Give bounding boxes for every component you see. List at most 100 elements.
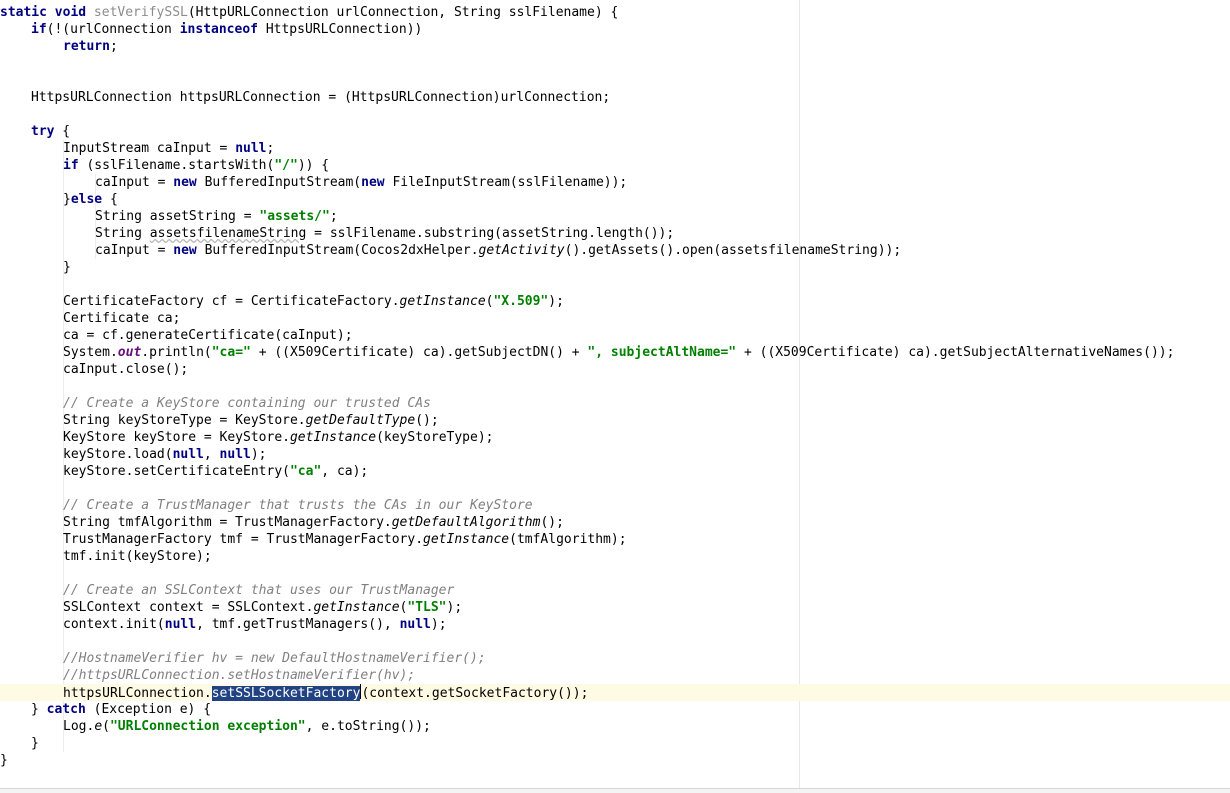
code-token: keyStore.load( [63, 447, 173, 462]
code-token: BufferedInputStream( [196, 175, 362, 190]
code-token: } [0, 753, 8, 768]
code-line[interactable]: Certificate ca; [0, 310, 1230, 327]
code-line[interactable] [0, 378, 1230, 395]
code-line[interactable]: context.init(null, tmf.getTrustManagers(… [0, 616, 1230, 633]
code-line[interactable]: }else { [0, 191, 1230, 208]
code-line[interactable] [0, 480, 1230, 497]
code-comment: // Create an SSLContext that uses our Tr… [63, 583, 455, 598]
code-line[interactable]: } [0, 735, 1230, 752]
code-line[interactable]: // Create a KeyStore containing our trus… [0, 395, 1230, 412]
keyword-token: instanceof [179, 22, 258, 37]
code-line[interactable]: KeyStore keyStore = KeyStore.getInstance… [0, 429, 1230, 446]
code-token: (sslFilename.startsWith( [78, 158, 275, 173]
code-line[interactable]: System.out.println("ca=" + ((X509Certifi… [0, 344, 1230, 361]
code-line[interactable]: Log.e("URLConnection exception", e.toStr… [0, 718, 1230, 735]
editor-bottom-border [0, 788, 1230, 793]
keyword-token: null [164, 617, 197, 632]
code-line[interactable]: if (sslFilename.startsWith("/")) { [0, 157, 1230, 174]
code-line[interactable]: } catch (Exception e) { [0, 701, 1230, 718]
code-line[interactable]: TrustManagerFactory tmf = TrustManagerFa… [0, 531, 1230, 548]
code-token: String assetString = [95, 209, 260, 224]
code-token: String [95, 226, 150, 241]
code-token: (); [415, 413, 439, 428]
code-line[interactable]: keyStore.load(null, null); [0, 446, 1230, 463]
code-comment: //HostnameVerifier hv = new DefaultHostn… [63, 651, 486, 666]
unused-variable-warning: assetsfilenameString [149, 226, 307, 241]
code-line[interactable] [0, 106, 1230, 123]
code-line[interactable] [0, 72, 1230, 89]
code-token: getActivity [478, 243, 565, 258]
code-line[interactable]: static void setVerifySSL(HttpURLConnecti… [0, 4, 1230, 21]
code-line[interactable] [0, 565, 1230, 582]
code-editor[interactable]: static void setVerifySSL(HttpURLConnecti… [0, 0, 1230, 793]
code-token: httpsURLConnection. [63, 686, 212, 701]
code-token: ); [548, 294, 564, 309]
code-line[interactable]: String keyStoreType = KeyStore.getDefaul… [0, 412, 1230, 429]
code-line[interactable]: caInput.close(); [0, 361, 1230, 378]
code-line[interactable]: // Create a TrustManager that trusts the… [0, 497, 1230, 514]
code-line[interactable]: return; [0, 38, 1230, 55]
code-line[interactable]: // Create an SSLContext that uses our Tr… [0, 582, 1230, 599]
code-line[interactable]: InputStream caInput = null; [0, 140, 1230, 157]
code-token: getInstance [399, 294, 486, 309]
code-line[interactable]: SSLContext context = SSLContext.getInsta… [0, 599, 1230, 616]
current-code-line[interactable]: httpsURLConnection.setSSLSocketFactory(c… [0, 684, 1230, 701]
code-line[interactable]: caInput = new BufferedInputStream(Cocos2… [0, 242, 1230, 259]
code-token: (context.getSocketFactory()); [361, 686, 589, 701]
code-line[interactable]: //HostnameVerifier hv = new DefaultHostn… [0, 650, 1230, 667]
keyword-token: if [31, 22, 47, 37]
code-token: KeyStore keyStore = KeyStore. [63, 430, 290, 445]
code-line[interactable]: } [0, 752, 1230, 769]
code-line[interactable]: String assetString = "assets/"; [0, 208, 1230, 225]
code-token: String keyStoreType = KeyStore. [63, 413, 306, 428]
string-literal: "ca=" [211, 345, 251, 360]
code-token: (HttpURLConnection urlConnection, String… [187, 5, 619, 20]
code-line[interactable] [0, 633, 1230, 650]
code-line[interactable]: tmf.init(keyStore); [0, 548, 1230, 565]
code-line[interactable]: keyStore.setCertificateEntry("ca", ca); [0, 463, 1230, 480]
code-line[interactable] [0, 55, 1230, 72]
code-token: (tmfAlgorithm); [509, 532, 627, 547]
code-line[interactable] [0, 276, 1230, 293]
code-line[interactable]: String tmfAlgorithm = TrustManagerFactor… [0, 514, 1230, 531]
code-token: { [102, 192, 118, 207]
code-line[interactable]: } [0, 259, 1230, 276]
code-token: Log. [63, 719, 95, 734]
code-token: ().getAssets().open(assetsfilenameString… [564, 243, 902, 258]
code-token: } [31, 736, 39, 751]
string-literal: "/" [274, 158, 298, 173]
code-token: TrustManagerFactory tmf = TrustManagerFa… [63, 532, 424, 547]
code-token: , ca); [321, 464, 369, 479]
code-token: out [117, 345, 142, 360]
code-line[interactable]: String assetsfilenameString = sslFilenam… [0, 225, 1230, 242]
code-line[interactable]: try { [0, 123, 1230, 140]
string-literal: "X.509" [493, 294, 549, 309]
code-line[interactable]: CertificateFactory cf = CertificateFacto… [0, 293, 1230, 310]
code-token: getDefaultAlgorithm [391, 515, 541, 530]
code-line[interactable]: caInput = new BufferedInputStream(new Fi… [0, 174, 1230, 191]
code-token: ); [250, 447, 267, 462]
code-line[interactable]: if(!(urlConnection instanceof HttpsURLCo… [0, 21, 1230, 38]
code-token: CertificateFactory cf = CertificateFacto… [63, 294, 400, 309]
code-token: (keyStoreType); [376, 430, 494, 445]
code-line[interactable]: HttpsURLConnection httpsURLConnection = … [0, 89, 1230, 106]
code-token: e [94, 719, 103, 734]
code-token: ; [266, 141, 275, 156]
code-line[interactable]: //httpsURLConnection.setHostnameVerifier… [0, 667, 1230, 684]
code-line[interactable]: ca = cf.generateCertificate(caInput); [0, 327, 1230, 344]
code-token: , tmf.getTrustManagers(), [196, 617, 400, 632]
